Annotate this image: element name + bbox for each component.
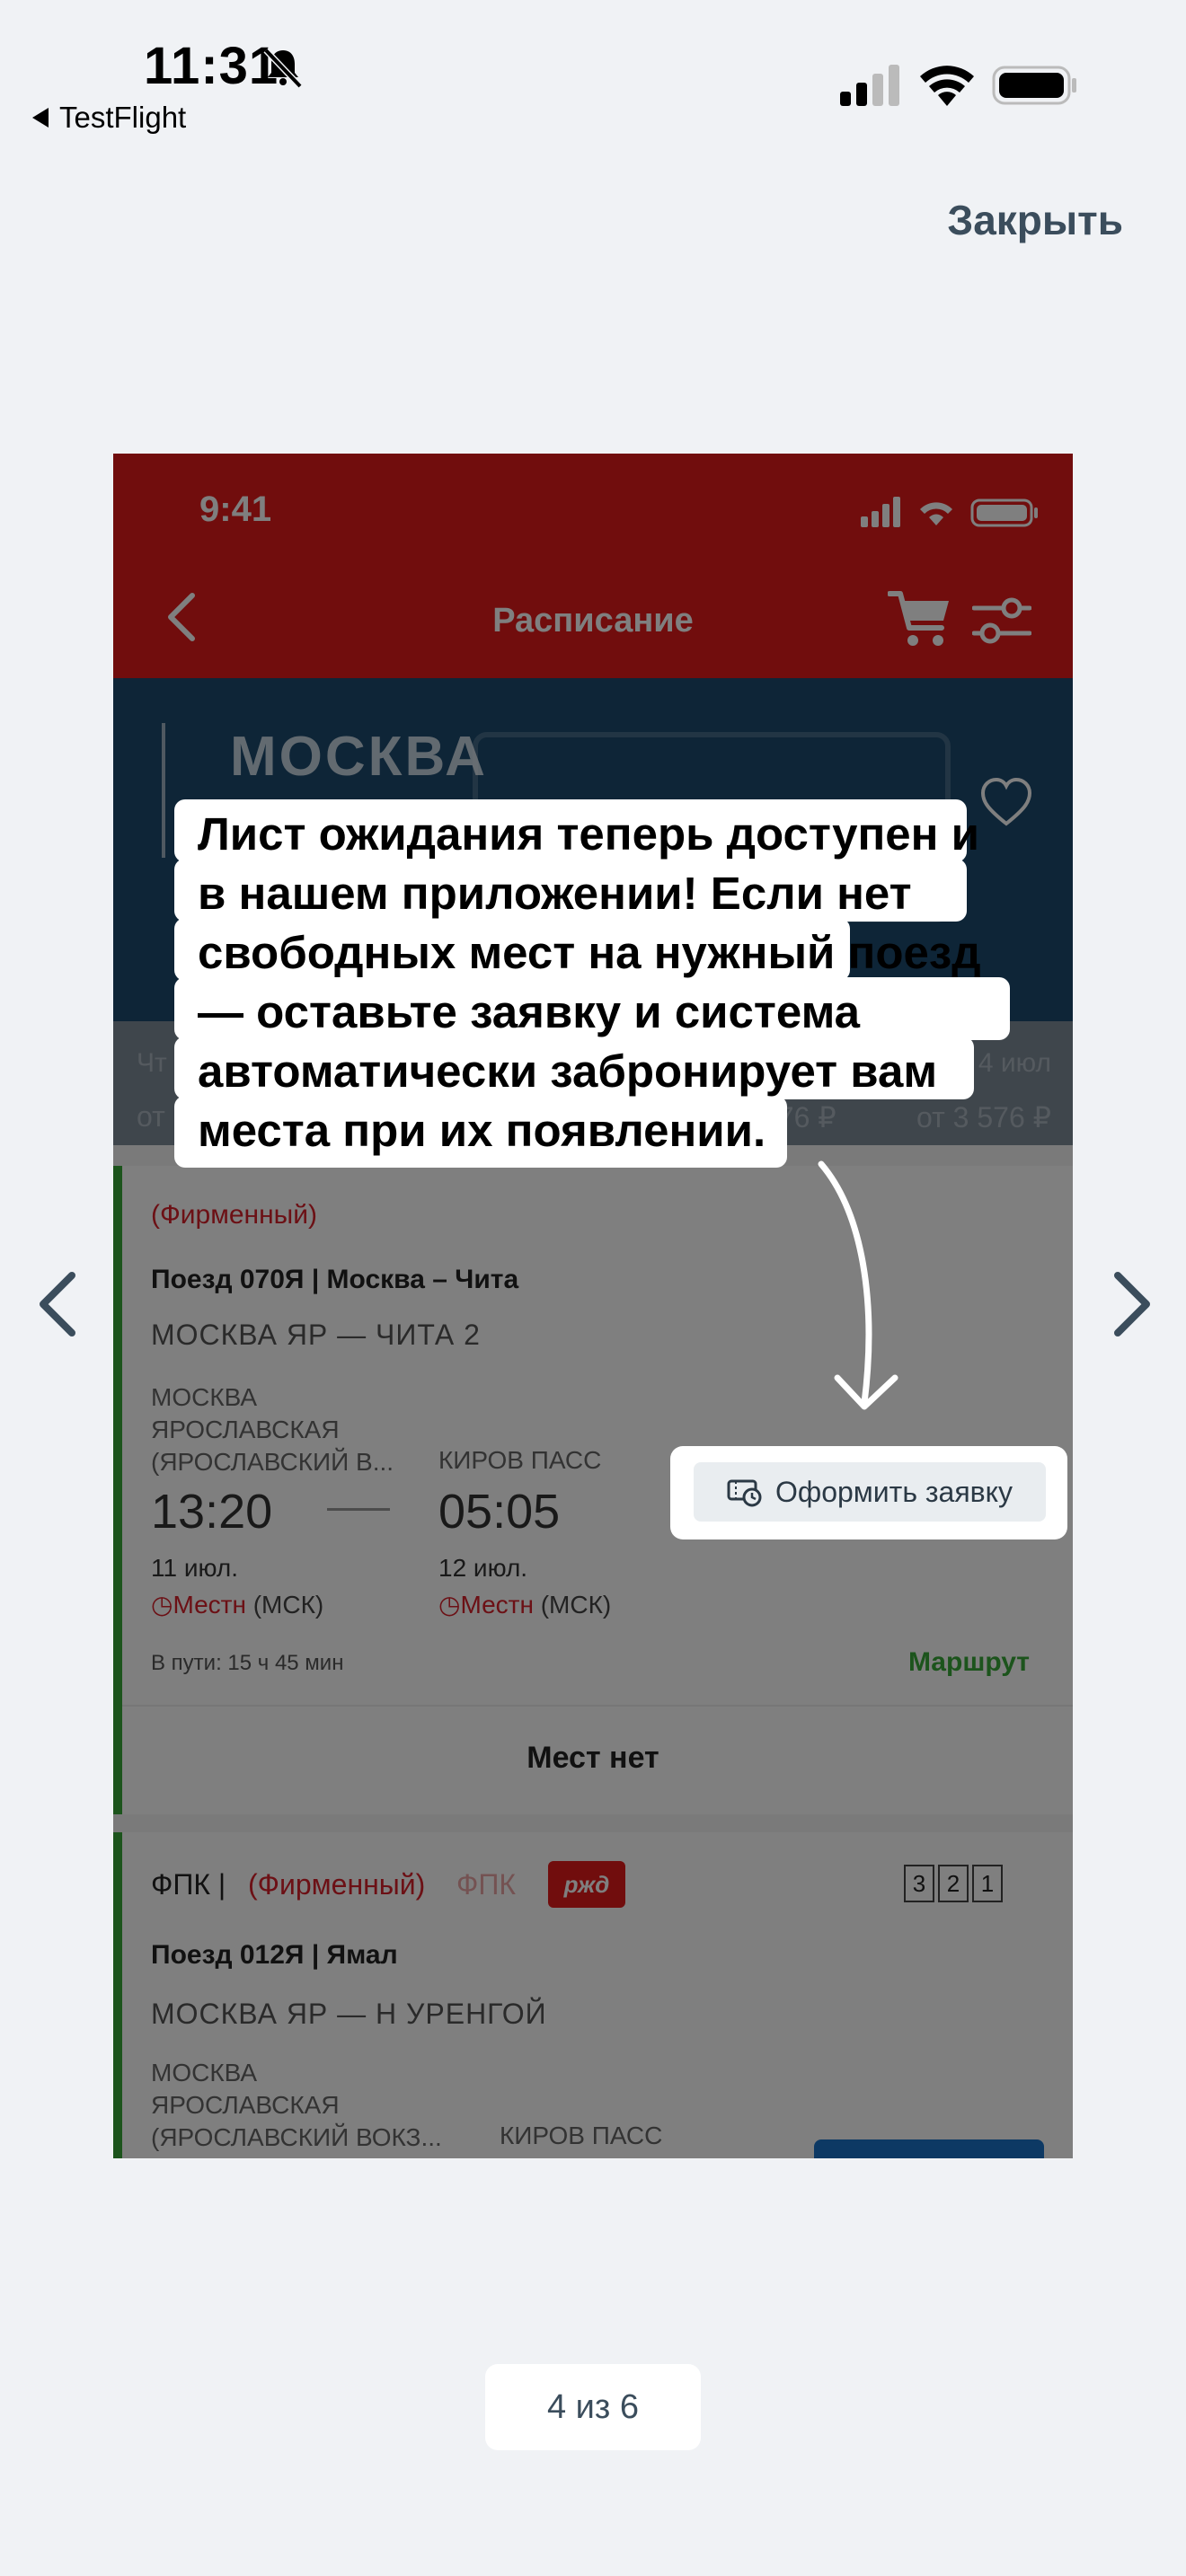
- close-button[interactable]: Закрыть: [947, 196, 1123, 244]
- back-app-label: TestFlight: [59, 101, 187, 134]
- waitlist-request-label: Оформить заявку: [774, 1475, 1013, 1508]
- waitlist-request-button[interactable]: Оформить заявку: [694, 1462, 1046, 1522]
- bell-muted-icon: [263, 48, 303, 89]
- callout-text: Лист ожидания теперь доступен и в нашем …: [198, 808, 981, 1156]
- back-to-app-link[interactable]: TestFlight: [32, 101, 186, 135]
- ticket-clock-icon: [727, 1479, 762, 1507]
- pointer-arrow-icon: [818, 1160, 898, 1410]
- wifi-icon: [920, 66, 974, 106]
- app-screenshot: 9:41 Расписание: [113, 454, 1073, 2158]
- chevron-right-icon[interactable]: [1103, 1268, 1157, 1340]
- status-bar-time: 11:31: [144, 37, 279, 95]
- dim-overlay: [113, 454, 1073, 2158]
- battery-icon: [992, 66, 1076, 105]
- chevron-left-icon[interactable]: [32, 1268, 86, 1340]
- back-triangle-icon: [32, 108, 49, 128]
- page-indicator: 4 из 6: [485, 2364, 701, 2450]
- cellular-signal-icon: [840, 65, 899, 106]
